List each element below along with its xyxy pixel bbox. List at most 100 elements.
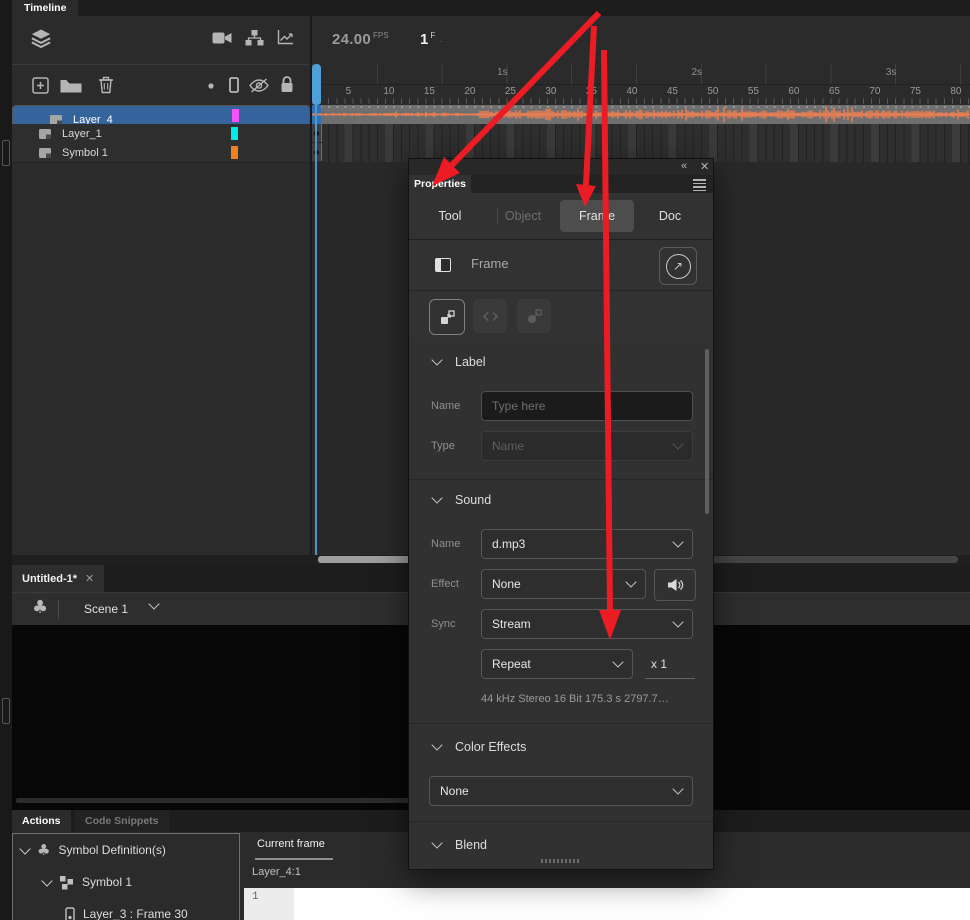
tab-frame[interactable]: Frame xyxy=(560,193,634,239)
convert-to-symbol-button[interactable] xyxy=(517,299,551,333)
scene-chevron-down-icon[interactable] xyxy=(148,598,160,610)
stage-hscrollbar[interactable] xyxy=(16,798,420,803)
scene-breadcrumb[interactable]: Scene 1 xyxy=(84,602,128,616)
layers-stack-icon[interactable] xyxy=(30,28,52,48)
section-blend[interactable]: Blend xyxy=(409,837,713,853)
sound-repeat-select[interactable]: Repeat xyxy=(481,649,633,679)
playhead[interactable] xyxy=(312,64,321,105)
audio-waveform xyxy=(312,105,970,124)
current-frame-tab-underline xyxy=(255,858,333,860)
label-name-input[interactable] xyxy=(481,391,693,421)
lock-layers-icon[interactable] xyxy=(280,76,294,93)
tab-object[interactable]: Object xyxy=(495,193,551,239)
hide-layers-eye-icon[interactable] xyxy=(248,78,270,93)
frame-row-layer-1[interactable] xyxy=(312,124,970,144)
loop-count-field[interactable]: x 1 xyxy=(645,649,695,679)
frame-script-icon xyxy=(65,906,75,920)
tree-item-label: Layer_3 : Frame 30 xyxy=(83,907,188,920)
tree-item-symbol-1[interactable]: Symbol 1 xyxy=(13,870,239,894)
current-frame-tab[interactable]: Current frame xyxy=(257,838,325,850)
collapse-panel-icon[interactable]: « xyxy=(681,160,687,172)
chevron-down-icon xyxy=(672,616,684,628)
section-sound[interactable]: Sound xyxy=(409,492,713,508)
section-label[interactable]: Label xyxy=(409,354,713,370)
tab-doc[interactable]: Doc xyxy=(645,193,695,239)
ruler-frame-number: 30 xyxy=(545,86,557,97)
ruler-ticks xyxy=(312,98,970,104)
divider xyxy=(409,821,713,822)
layer-color-swatch[interactable] xyxy=(232,109,239,122)
fps-display[interactable]: 24.00 FPS xyxy=(332,31,389,49)
current-frame-unit: F xyxy=(430,31,436,40)
convert-symbol-icon xyxy=(527,308,542,323)
sound-name-select[interactable]: d.mp3 xyxy=(481,529,693,559)
ruler-frame-number: 70 xyxy=(869,86,881,97)
sound-effect-value: None xyxy=(492,577,521,591)
layer-name: Symbol 1 xyxy=(62,146,108,159)
sound-sync-value: Stream xyxy=(492,617,531,631)
code-snippets-tab-label: Code Snippets xyxy=(85,815,159,827)
sound-info-text: 44 kHz Stereo 16 Bit 175.3 s 2797.7… xyxy=(481,693,669,705)
tree-item-layer-3-frame-30[interactable]: Layer_3 : Frame 30 xyxy=(13,902,239,920)
layer-list: Layer_4 Layer_1 Symbol 1 xyxy=(12,105,310,165)
tab-tool[interactable]: Tool xyxy=(425,193,475,239)
panel-resize-grip[interactable] xyxy=(541,859,581,863)
color-effect-select[interactable]: None xyxy=(429,776,693,806)
outline-view-icon[interactable] xyxy=(229,77,239,93)
close-document-icon[interactable]: ✕ xyxy=(85,572,94,585)
timeline-ruler[interactable]: 1s 2s 3s 5 10 15 20 25 30 35 40 45 50 55 60 65 70 75 80 xyxy=(312,64,970,106)
dock-handle[interactable] xyxy=(2,140,10,166)
edit-sound-envelope-button[interactable] xyxy=(654,569,696,601)
close-panel-icon[interactable]: ✕ xyxy=(700,160,709,173)
chevron-down-icon[interactable] xyxy=(19,842,31,855)
new-folder-button[interactable] xyxy=(60,79,82,93)
layer-color-swatch[interactable] xyxy=(231,146,238,159)
tab-timeline[interactable]: Timeline xyxy=(12,0,79,16)
audio-waveform-row[interactable] xyxy=(312,105,970,124)
ruler-second-label: 3s xyxy=(885,67,897,78)
sound-name-value: d.mp3 xyxy=(492,537,526,551)
help-launch-button[interactable]: ↗ xyxy=(659,247,697,285)
properties-content: Label Name Type Name Sound Name d.mp3 Ef… xyxy=(409,342,713,869)
keyframe-marker[interactable] xyxy=(312,124,322,142)
sound-repeat-value: Repeat xyxy=(492,657,531,671)
convert-keyframe-icon xyxy=(440,309,455,324)
delete-layer-button[interactable] xyxy=(98,76,114,94)
dock-handle[interactable] xyxy=(2,698,10,724)
layer-row-symbol-1[interactable]: Symbol 1 xyxy=(12,143,310,163)
ruler-frame-number: 15 xyxy=(423,86,435,97)
tab-properties[interactable]: Properties xyxy=(409,175,471,193)
code-swap-icon xyxy=(482,311,498,321)
layer-color-swatch[interactable] xyxy=(231,127,238,140)
new-layer-button[interactable] xyxy=(32,77,49,94)
current-frame-display[interactable]: 1F · xyxy=(420,31,443,49)
keyframe-marker[interactable] xyxy=(312,143,322,161)
sound-effect-label: Effect xyxy=(431,578,459,590)
highlight-layers-dot-icon[interactable] xyxy=(208,83,214,89)
document-tab[interactable]: Untitled-1* ✕ xyxy=(12,565,105,592)
graph-editor-icon[interactable] xyxy=(277,30,293,45)
chevron-down-icon[interactable] xyxy=(41,874,53,887)
swap-symbol-button[interactable] xyxy=(473,299,507,333)
document-tab-label: Untitled-1* xyxy=(22,572,77,585)
scene-clubs-icon[interactable]: ♣ xyxy=(32,597,48,618)
timeline-hscrollbar-thumb[interactable] xyxy=(318,556,412,563)
label-type-select[interactable]: Name xyxy=(481,431,693,461)
camera-icon[interactable] xyxy=(212,31,232,45)
panel-menu-icon[interactable] xyxy=(693,179,706,193)
loop-count-value: x 1 xyxy=(651,656,668,671)
script-editor[interactable]: 1 xyxy=(244,888,970,920)
current-frame-value: 1 xyxy=(420,31,429,48)
convert-to-keyframe-button[interactable] xyxy=(429,299,465,335)
tab-code-snippets[interactable]: Code Snippets xyxy=(75,810,169,832)
sound-sync-select[interactable]: Stream xyxy=(481,609,693,639)
tree-item-symbol-definition-s-[interactable]: ♣ Symbol Definition(s) xyxy=(13,838,239,862)
layer-row-layer_1[interactable]: Layer_1 xyxy=(12,124,310,144)
sound-effect-select[interactable]: None xyxy=(481,569,646,599)
section-color-effects[interactable]: Color Effects xyxy=(409,739,713,755)
section-sound-title: Sound xyxy=(455,493,492,507)
properties-vscrollbar[interactable] xyxy=(705,349,709,514)
node-hierarchy-icon[interactable] xyxy=(245,30,264,46)
tab-actions[interactable]: Actions xyxy=(12,810,71,832)
ruler-seconds-labels: 1s 2s 3s xyxy=(312,64,970,85)
